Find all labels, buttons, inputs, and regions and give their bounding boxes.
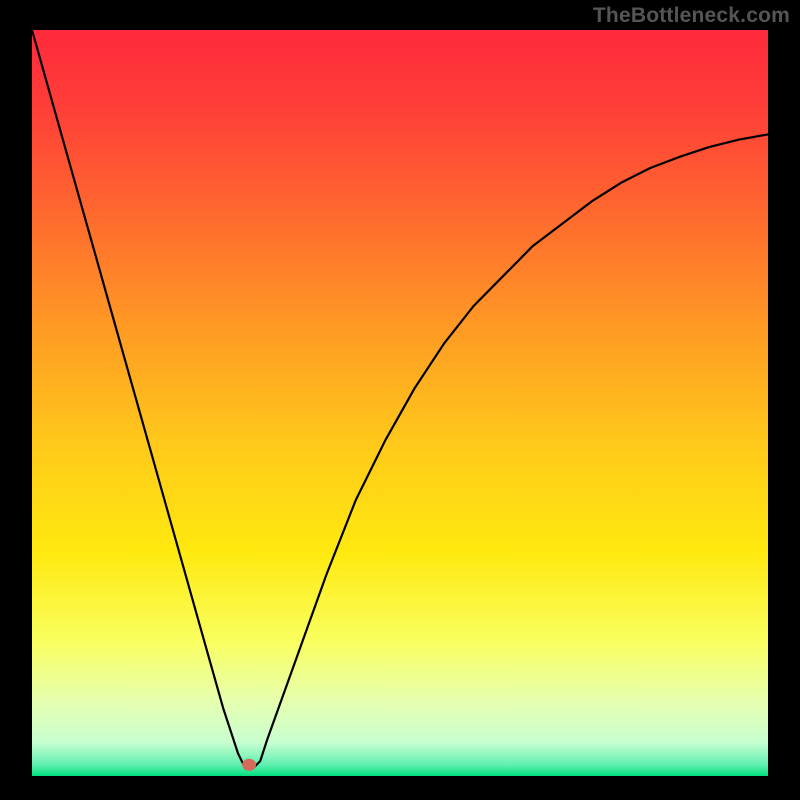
chart-stage: TheBottleneck.com	[0, 0, 800, 800]
bottleneck-chart	[0, 0, 800, 800]
watermark-text: TheBottleneck.com	[593, 4, 790, 28]
plot-area	[32, 30, 768, 776]
minimum-marker	[242, 759, 256, 771]
